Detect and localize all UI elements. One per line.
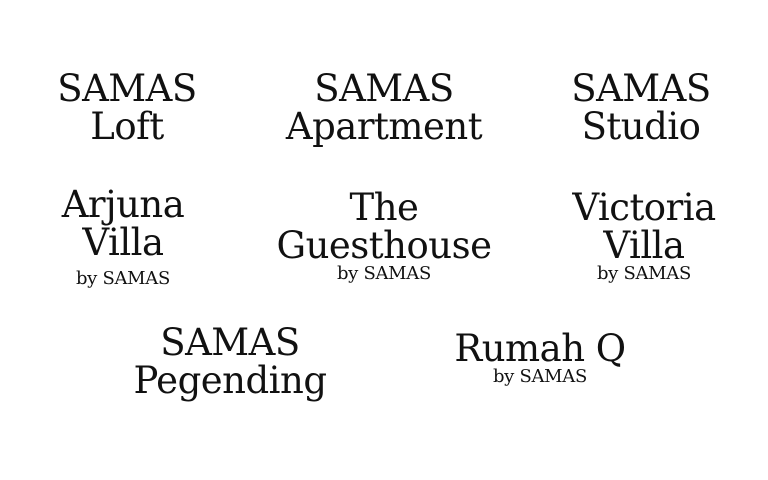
logo-samas-apartment: SAMAS Apartment [258,70,510,146]
logo-line: Rumah Q [454,327,626,370]
logo-arjuna-villa: Arjuna Villa by SAMAS [23,186,223,290]
logo-line: SAMAS [571,67,711,110]
logo-line: Pegending [133,359,327,402]
logo-samas-studio: SAMAS Studio [541,70,741,146]
logo-line: SAMAS [57,67,197,110]
logo-samas-pegending: SAMAS Pegending [122,324,338,400]
logo-line: SAMAS [160,321,300,364]
logo-line: Apartment [285,105,483,148]
logo-victoria-villa: Victoria Villa by SAMAS [544,189,744,285]
logo-line: Loft [90,105,164,148]
logo-the-guesthouse: The Guesthouse by SAMAS [264,189,504,285]
logo-line: Victoria [572,186,716,229]
logo-subtitle: by SAMAS [596,263,692,284]
logo-rumah-q: Rumah Q by SAMAS [432,330,648,388]
logo-line: Studio [581,105,701,148]
logo-samas-loft: SAMAS Loft [27,70,227,146]
logo-line: Villa [603,224,685,267]
logo-line: The [349,186,419,229]
logo-line: Guesthouse [276,224,492,267]
logo-line: Arjuna [61,183,185,226]
logo-subtitle: by SAMAS [75,268,171,289]
logo-line: SAMAS [314,67,454,110]
logo-line: Villa [82,221,164,264]
